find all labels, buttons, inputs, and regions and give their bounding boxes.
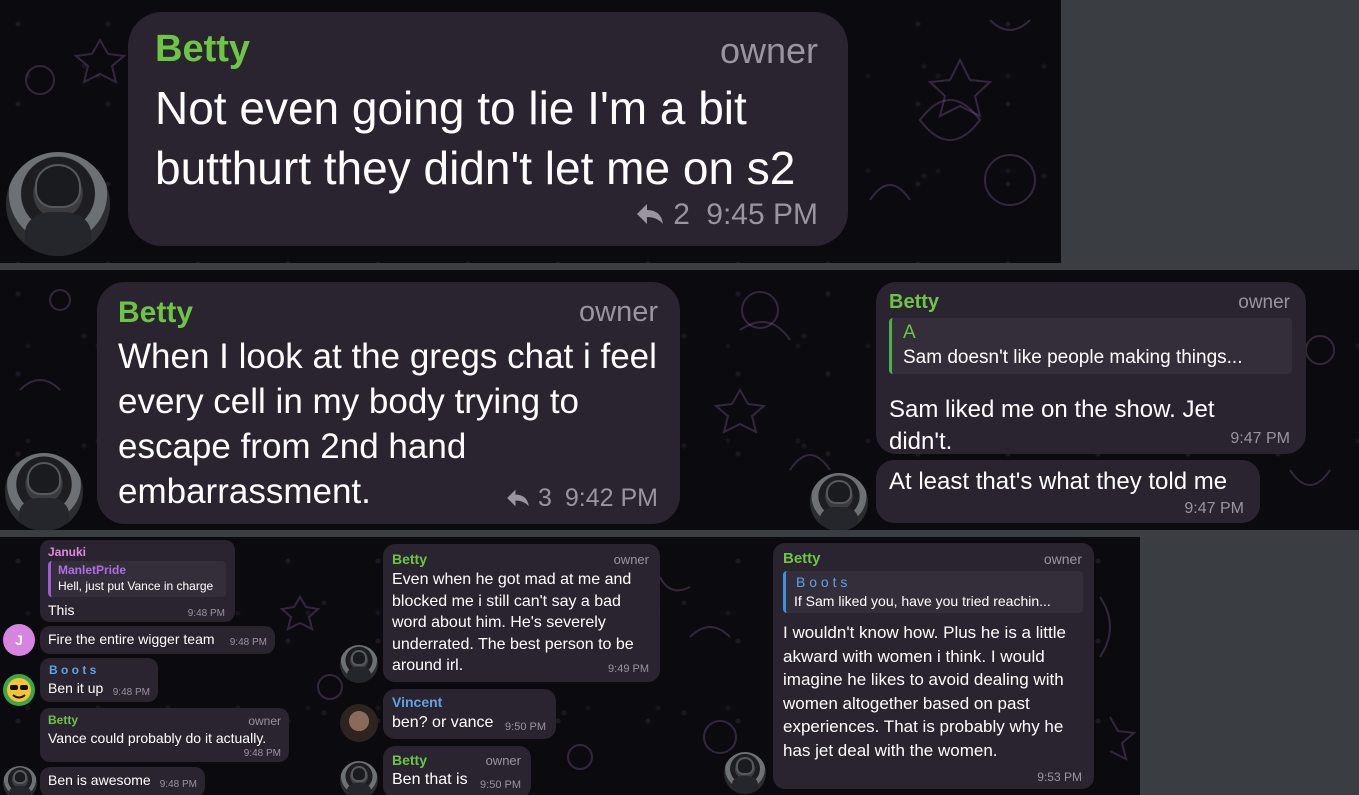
quote-author: A — [903, 322, 916, 343]
betty-avatar[interactable] — [5, 453, 83, 530]
sender-name[interactable]: Vincent — [392, 694, 442, 710]
reply-arrow-icon — [636, 204, 663, 224]
message-bubble[interactable]: Vincent ben? or vance 9:50 PM — [383, 689, 556, 739]
reply-count[interactable]: 3 — [538, 484, 552, 512]
message-time: 9:48 PM — [187, 608, 225, 619]
screenshot-panel-middle: Betty owner When I look at the gregs cha… — [0, 270, 1359, 530]
avatar-body — [820, 506, 858, 530]
message-time: 9:49 PM — [608, 663, 649, 675]
message-bubble[interactable]: Betty owner Not even going to lie I'm a … — [128, 12, 848, 246]
message-bubble[interactable]: Betty owner Ben that is 9:50 PM — [383, 746, 531, 795]
screenshot-panel-bottom: Januki ManletPride Hell, just put Vance … — [0, 537, 1140, 795]
avatar-body — [346, 783, 372, 795]
avatar-body — [346, 667, 372, 683]
betty-avatar[interactable] — [3, 766, 37, 795]
sender-name[interactable]: Betty — [392, 752, 427, 768]
avatar-body — [731, 776, 759, 794]
sender-name[interactable]: Betty — [155, 28, 250, 71]
reply-quote[interactable]: A Sam doesn't like people making things.… — [889, 318, 1292, 374]
quote-text: If Sam liked you, have you tried reachin… — [794, 593, 1051, 609]
owner-badge: owner — [248, 714, 281, 728]
helmet-image — [12, 770, 28, 785]
quote-text: Hell, just put Vance in charge — [58, 579, 214, 593]
message-text: Ben that is — [392, 771, 468, 788]
message-text: At least that's what they told me — [889, 468, 1228, 495]
message-text: Fire the entire wigger team — [48, 631, 215, 647]
message-time: 9:48 PM — [159, 779, 197, 790]
owner-badge: owner — [613, 552, 649, 567]
message-text: Vance could probably do it actually. — [48, 730, 267, 746]
message-bubble[interactable]: Betty owner When I look at the gregs cha… — [97, 282, 680, 524]
message-bubble[interactable]: Betty owner A Sam doesn't like people ma… — [876, 282, 1306, 455]
message-time: 9:48 PM — [243, 748, 281, 759]
helmet-image — [350, 765, 368, 782]
message-time: 9:48 PM — [112, 687, 150, 698]
owner-badge: owner — [485, 753, 521, 768]
message-time: 9:50 PM — [480, 779, 521, 791]
sunglasses-emoji-icon — [7, 678, 31, 702]
sender-name[interactable]: Betty — [48, 713, 78, 727]
message-text: Ben it up — [48, 680, 104, 696]
helmet-image — [826, 479, 852, 505]
quote-author: ManletPride — [58, 563, 127, 577]
message-text: This — [48, 602, 75, 618]
message-text: Sam liked me on the show. Jet didn't. — [889, 396, 1215, 455]
message-bubble[interactable]: Januki ManletPride Hell, just put Vance … — [40, 540, 235, 622]
helmet-image — [26, 462, 62, 496]
betty-avatar[interactable] — [340, 645, 378, 683]
helmet-image — [350, 649, 368, 666]
sender-name[interactable]: Betty — [783, 550, 821, 567]
reply-quote[interactable]: ManletPride Hell, just put Vance in char… — [48, 561, 226, 597]
quote-author: B o o t s — [796, 574, 848, 590]
reply-quote[interactable]: B o o t s If Sam liked you, have you tri… — [783, 571, 1083, 613]
betty-avatar[interactable] — [724, 752, 766, 794]
sender-name[interactable]: Januki — [48, 545, 86, 559]
message-text: Not even going to lie I'm a bit butthurt… — [155, 82, 796, 194]
message-bubble[interactable]: Fire the entire wigger team 9:48 PM — [40, 626, 275, 654]
message-text: ben? or vance — [392, 714, 494, 731]
message-bubble[interactable]: B o o t s Ben it up 9:48 PM — [40, 658, 158, 702]
message-bubble[interactable]: At least that's what they told me 9:47 P… — [876, 460, 1260, 523]
message-bubble[interactable]: Ben is awesome 9:48 PM — [40, 767, 205, 795]
helmet-image — [35, 164, 81, 209]
avatar-body — [24, 212, 92, 256]
message-time: 9:45 PM — [706, 198, 818, 231]
message-time: 9:47 PM — [1184, 500, 1244, 517]
message-time: 9:47 PM — [1230, 430, 1290, 447]
message-bubble[interactable]: Betty owner Vance could probably do it a… — [40, 708, 289, 762]
owner-badge: owner — [1043, 551, 1082, 567]
message-meta: 3 9:42 PM — [505, 484, 658, 513]
betty-avatar[interactable] — [340, 761, 378, 795]
message-text: Ben is awesome — [48, 772, 151, 788]
vincent-avatar[interactable] — [340, 704, 378, 742]
betty-avatar[interactable] — [6, 152, 110, 256]
message-text: Even when he got mad at me and blocked m… — [392, 571, 634, 674]
message-time: 9:42 PM — [564, 484, 658, 512]
boots-avatar[interactable] — [3, 674, 35, 706]
sender-name[interactable]: Betty — [392, 551, 427, 567]
owner-badge: owner — [719, 30, 818, 71]
message-text: I wouldn't know how. Plus he is a little… — [783, 623, 1066, 760]
avatar-body — [19, 498, 69, 530]
sender-name[interactable]: B o o t s — [49, 663, 96, 677]
screenshot-panel-top: Betty owner Not even going to lie I'm a … — [0, 0, 1061, 263]
avatar-body — [9, 785, 31, 795]
sender-name[interactable]: Betty — [889, 291, 939, 314]
message-bubble[interactable]: Betty owner Even when he got mad at me a… — [383, 544, 660, 682]
message-time: 9:48 PM — [229, 637, 267, 648]
helmet-image — [735, 757, 755, 775]
januki-avatar[interactable]: J — [3, 624, 35, 656]
owner-badge: owner — [579, 296, 658, 328]
message-meta: 2 9:45 PM — [635, 198, 818, 232]
message-bubble[interactable]: Betty owner B o o t s If Sam liked you, … — [773, 543, 1094, 789]
sender-name[interactable]: Betty — [118, 296, 193, 330]
reply-arrow-icon — [507, 489, 529, 507]
owner-badge: owner — [1238, 292, 1290, 313]
message-time: 9:50 PM — [505, 721, 546, 733]
reply-count[interactable]: 2 — [673, 198, 690, 231]
message-time: 9:53 PM — [1037, 770, 1082, 784]
betty-avatar[interactable] — [810, 473, 868, 530]
quote-text: Sam doesn't like people making things... — [903, 347, 1243, 368]
